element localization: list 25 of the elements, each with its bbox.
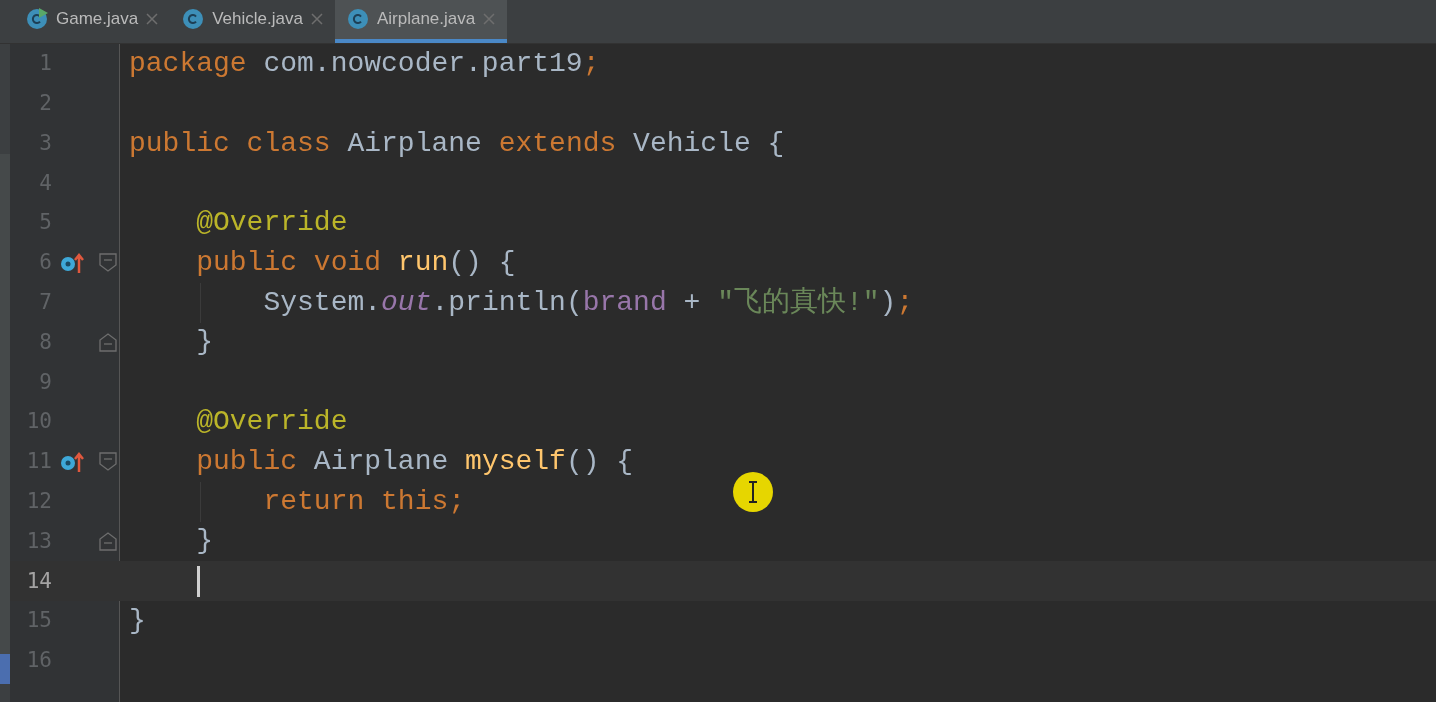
code-line: return this; [262, 484, 466, 519]
editor-tab[interactable]: Airplane.java [334, 0, 508, 43]
line-number: 14 [25, 567, 52, 595]
mouse-cursor-icon [732, 471, 774, 513]
close-icon[interactable] [146, 13, 159, 25]
runnable-class-icon [26, 8, 48, 30]
code-line: @Override [195, 206, 348, 241]
override-icon[interactable] [60, 450, 86, 473]
override-icon[interactable] [60, 251, 86, 274]
class-icon [346, 8, 369, 30]
code-line: } [195, 325, 213, 360]
close-icon[interactable] [310, 13, 323, 25]
code-line: public void run() { [195, 245, 516, 280]
code-line: } [195, 524, 213, 559]
code-line: } [129, 604, 146, 639]
code-line: System.out.println(brand + "飞的真快!"); [262, 285, 914, 320]
code-line: @Override [195, 405, 348, 440]
class-icon [182, 8, 205, 30]
code-line: public Airplane myself() { [195, 444, 634, 479]
editor-tab[interactable]: Game.java [14, 0, 171, 43]
close-icon[interactable] [483, 13, 496, 25]
code-line: package com.nowcoder.part19; [129, 46, 600, 81]
text-cursor [197, 565, 200, 597]
editor-tab[interactable]: Vehicle.java [170, 0, 335, 43]
code-line: public class Airplane extends Vehicle { [129, 126, 785, 161]
